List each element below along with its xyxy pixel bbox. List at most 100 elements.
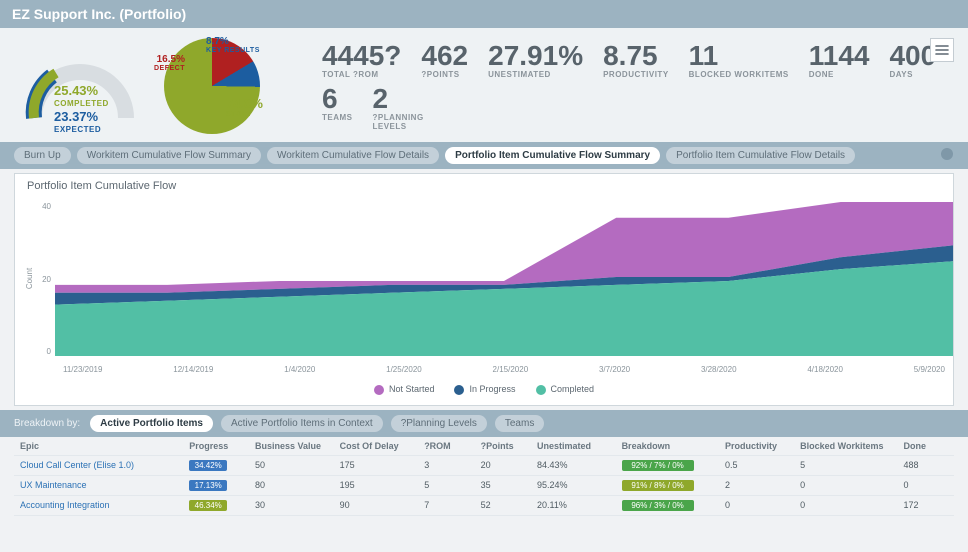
kpi-value: 8.75 <box>603 42 669 70</box>
cell-rom: 3 <box>418 455 474 475</box>
summary-strip: 25.43% COMPLETED 23.37% EXPECTED 8.7% KE… <box>0 28 968 142</box>
page-title-bar: EZ Support Inc. (Portfolio) <box>0 0 968 28</box>
y-tick: 20 <box>42 275 51 284</box>
tab-flow-0[interactable]: Burn Up <box>14 147 71 164</box>
breakdown-table: EpicProgressBusiness ValueCost Of Delay?… <box>14 437 954 516</box>
tab-flow-1[interactable]: Workitem Cumulative Flow Summary <box>77 147 261 164</box>
cell-bv: 30 <box>249 495 334 515</box>
col-header[interactable]: Breakdown <box>616 437 719 456</box>
flow-tabbar-close[interactable] <box>940 147 954 164</box>
col-header[interactable]: ?ROM <box>418 437 474 456</box>
cell-epic[interactable]: UX Maintenance <box>14 475 183 495</box>
cell-done: 488 <box>898 455 954 475</box>
tab-flow-2[interactable]: Workitem Cumulative Flow Details <box>267 147 439 164</box>
area-completed <box>55 261 953 356</box>
tab-breakdown-2[interactable]: ?Planning Levels <box>391 415 487 432</box>
col-header[interactable]: Unestimated <box>531 437 616 456</box>
kpi-4: 11BLOCKED WORKITEMS <box>689 42 789 79</box>
kpi-label: BLOCKED WORKITEMS <box>689 70 789 79</box>
kpi-5: 1144DONE <box>809 42 870 79</box>
kpi-8: 2?PLANNING LEVELS <box>373 85 453 131</box>
cell-progress: 46.34% <box>183 495 249 515</box>
cell-epic[interactable]: Cloud Call Center (Elise 1.0) <box>14 455 183 475</box>
tab-breakdown-1[interactable]: Active Portfolio Items in Context <box>221 415 383 432</box>
col-header[interactable]: Blocked Workitems <box>794 437 897 456</box>
x-tick: 12/14/2019 <box>173 365 213 374</box>
kpi-label: TOTAL ?ROM <box>322 70 401 79</box>
col-header[interactable]: Progress <box>183 437 249 456</box>
col-header[interactable]: Productivity <box>719 437 794 456</box>
table-row[interactable]: UX Maintenance17.13%8019553595.24%91% / … <box>14 475 954 495</box>
legend-item: Completed <box>536 384 595 395</box>
kpi-label: UNESTIMATED <box>488 70 583 79</box>
cell-pts: 52 <box>475 495 531 515</box>
legend-item: In Progress <box>454 384 515 395</box>
x-tick: 3/28/2020 <box>701 365 737 374</box>
x-tick: 1/25/2020 <box>386 365 422 374</box>
cell-epic[interactable]: Accounting Integration <box>14 495 183 515</box>
kpi-label: PRODUCTIVITY <box>603 70 669 79</box>
col-header[interactable]: Epic <box>14 437 183 456</box>
cell-done: 0 <box>898 475 954 495</box>
kpi-3: 8.75PRODUCTIVITY <box>603 42 669 79</box>
x-tick: 2/15/2020 <box>493 365 529 374</box>
tab-flow-3[interactable]: Portfolio Item Cumulative Flow Summary <box>445 147 660 164</box>
kpi-value: 462 <box>421 42 468 70</box>
col-header[interactable]: Done <box>898 437 954 456</box>
kpi-7: 6TEAMS <box>322 85 353 131</box>
kpi-label: TEAMS <box>322 113 353 122</box>
cell-pts: 35 <box>475 475 531 495</box>
y-tick: 40 <box>42 202 51 211</box>
table-row[interactable]: Accounting Integration46.34%309075220.11… <box>14 495 954 515</box>
workitem-type-pie: 8.7% KEY RESULTS 16.5% DEFECT 74.8% STOR… <box>164 38 304 134</box>
cell-done: 172 <box>898 495 954 515</box>
table-row[interactable]: Cloud Call Center (Elise 1.0)34.42%50175… <box>14 455 954 475</box>
tab-flow-4[interactable]: Portfolio Item Cumulative Flow Details <box>666 147 855 164</box>
kpi-1: 462?POINTS <box>421 42 468 79</box>
gauge-expected-label: EXPECTED <box>54 123 109 136</box>
kpi-0: 4445?TOTAL ?ROM <box>322 42 401 79</box>
pie-story-label: STORY <box>226 111 263 118</box>
x-tick: 4/18/2020 <box>807 365 843 374</box>
cell-breakdown: 91% / 8% / 0% <box>616 475 719 495</box>
kpi-value: 11 <box>689 42 789 70</box>
cell-rom: 7 <box>418 495 474 515</box>
gauge-expected-value: 23.37 <box>54 109 87 124</box>
cell-bv: 80 <box>249 475 334 495</box>
col-header[interactable]: Cost Of Delay <box>334 437 419 456</box>
y-tick: 0 <box>47 347 51 356</box>
x-tick: 1/4/2020 <box>284 365 315 374</box>
tab-breakdown-0[interactable]: Active Portfolio Items <box>90 415 213 432</box>
col-header[interactable]: ?Points <box>475 437 531 456</box>
kpi-label: DAYS <box>889 70 936 79</box>
kpi-value: 4445? <box>322 42 401 70</box>
tab-breakdown-3[interactable]: Teams <box>495 415 544 432</box>
pie-story-value: 74.8 <box>226 96 251 111</box>
settings-menu-button[interactable] <box>930 38 954 62</box>
cell-prod: 0.5 <box>719 455 794 475</box>
cell-blocked: 0 <box>794 475 897 495</box>
chart-y-axis: Count 40200 <box>15 198 55 378</box>
pie-keyresults-value: 8.7 <box>206 36 220 47</box>
page-title: EZ Support Inc. (Portfolio) <box>12 6 186 22</box>
cell-rom: 5 <box>418 475 474 495</box>
pie-defect-label: DEFECT <box>154 65 185 72</box>
cell-breakdown: 96% / 3% / 0% <box>616 495 719 515</box>
cell-breakdown: 92% / 7% / 0% <box>616 455 719 475</box>
cell-blocked: 5 <box>794 455 897 475</box>
cell-progress: 34.42% <box>183 455 249 475</box>
x-tick: 5/9/2020 <box>914 365 945 374</box>
table-header-row: EpicProgressBusiness ValueCost Of Delay?… <box>14 437 954 456</box>
cell-cod: 175 <box>334 455 419 475</box>
progress-gauge: 25.43% COMPLETED 23.37% EXPECTED <box>14 38 146 138</box>
col-header[interactable]: Business Value <box>249 437 334 456</box>
kpi-label: ?PLANNING LEVELS <box>373 113 453 131</box>
cell-cod: 90 <box>334 495 419 515</box>
cell-prod: 2 <box>719 475 794 495</box>
chart-title: Portfolio Item Cumulative Flow <box>15 174 953 198</box>
gauge-completed-value: 25.43 <box>54 83 87 98</box>
cell-prod: 0 <box>719 495 794 515</box>
area-chart <box>55 198 953 356</box>
kpi-value: 6 <box>322 85 353 113</box>
kpi-grid: 4445?TOTAL ?ROM462?POINTS27.91%UNESTIMAT… <box>322 38 954 131</box>
